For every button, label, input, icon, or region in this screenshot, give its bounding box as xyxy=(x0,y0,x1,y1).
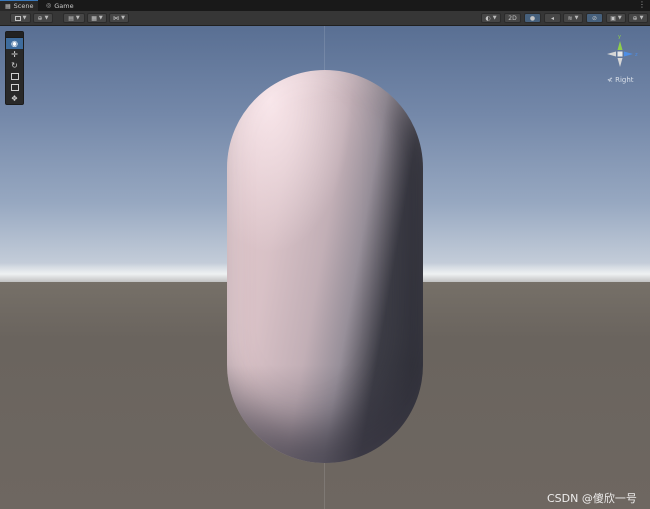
capsule-shadow-overlay xyxy=(227,70,423,463)
speaker-icon: ◂ xyxy=(550,14,554,22)
globe-icon: ⊕ xyxy=(632,14,638,22)
neg-z-axis-cone-icon[interactable] xyxy=(607,51,616,57)
lightbulb-icon: ● xyxy=(529,14,536,22)
gizmo-toggle-dropdown[interactable]: ▤ ▼ xyxy=(63,13,85,23)
watermark-text: CSDN @傻欣一号 xyxy=(547,492,637,505)
gizmo-y-label: y xyxy=(618,34,621,40)
gizmo-z-label: z xyxy=(635,52,638,58)
gamepad-icon: ◎ xyxy=(46,2,52,9)
scene-viewport[interactable] xyxy=(0,26,650,509)
tab-game-label: Game xyxy=(54,1,74,10)
view-orientation-text: Right xyxy=(615,76,634,84)
globe-grid-icon: ⊕ xyxy=(37,14,43,22)
gizmo-center-cube-icon[interactable] xyxy=(617,51,623,57)
grid-icon: ▦ xyxy=(91,14,97,22)
rotate-icon: ↻ xyxy=(11,61,18,70)
view-orientation-label[interactable]: ≮ Right xyxy=(607,76,634,84)
z-axis-cone-icon[interactable] xyxy=(624,51,633,57)
tool-palette: ◉ ✛ ↻ ❖ xyxy=(5,31,24,105)
camera-dropdown[interactable]: ▣ ▼ xyxy=(606,13,626,23)
toggle-2d-button[interactable]: 2D xyxy=(504,13,521,23)
scale-tool[interactable] xyxy=(6,71,23,82)
shading-dropdown[interactable]: ◐ ▼ xyxy=(481,13,501,23)
scale-icon xyxy=(10,73,19,80)
tab-game[interactable]: ◎ Game xyxy=(41,0,91,11)
neg-y-axis-cone-icon[interactable] xyxy=(617,58,623,67)
unity-editor-scene-window: ▦ Scene ◎ Game ⋮ ▼ ⊕ ▼ ▤ ▼ ▦ ▼ ⋈ ▼ ◐ ▼ 2D xyxy=(0,0,650,509)
grid-snap-dropdown[interactable]: ▦ ▼ xyxy=(87,13,107,23)
grid-icon: ▦ xyxy=(5,2,11,10)
sphere-icon: ◐ xyxy=(485,14,491,22)
y-axis-cone-icon[interactable] xyxy=(617,41,623,50)
scene-toolbar: ▼ ⊕ ▼ ▤ ▼ ▦ ▼ ⋈ ▼ ◐ ▼ 2D ● ◂ ≋ ▼ ⊘ ▣ ▼ ⊕… xyxy=(0,11,650,26)
eye-icon: ◉ xyxy=(11,39,18,48)
layers-icon: ▤ xyxy=(68,14,74,22)
render-mode-dropdown[interactable]: ⊕ ▼ xyxy=(33,13,53,23)
transform-tool[interactable]: ❖ xyxy=(6,93,23,104)
snap-icon: ⋈ xyxy=(113,14,120,22)
gizmos-dropdown[interactable]: ⊕ ▼ xyxy=(628,13,648,23)
shaded-mode-icon xyxy=(14,15,21,21)
move-tool[interactable]: ✛ xyxy=(6,49,23,60)
increment-snap-dropdown[interactable]: ⋈ ▼ xyxy=(109,13,129,23)
draw-mode-dropdown[interactable]: ▼ xyxy=(10,13,31,23)
transform-icon: ❖ xyxy=(10,94,19,103)
camera-icon: ▣ xyxy=(610,14,616,22)
effects-dropdown[interactable]: ≋ ▼ xyxy=(563,13,583,23)
toggle-2d-label: 2D xyxy=(508,14,517,22)
tab-strip: ▦ Scene ◎ Game ⋮ xyxy=(0,0,650,11)
audio-toggle[interactable]: ◂ xyxy=(544,13,561,23)
lighting-toggle[interactable]: ● xyxy=(524,13,541,23)
rect-tool[interactable] xyxy=(6,82,23,93)
effects-icon: ≋ xyxy=(567,14,573,22)
tab-scene-label: Scene xyxy=(13,2,34,10)
more-options-icon[interactable]: ⋮ xyxy=(638,0,646,11)
view-tool[interactable]: ◉ xyxy=(6,38,23,49)
arrow-left-icon: ≮ xyxy=(607,76,613,84)
rotate-tool[interactable]: ↻ xyxy=(6,60,23,71)
rect-icon xyxy=(10,84,19,91)
eye-slash-icon: ⊘ xyxy=(591,14,598,22)
hidden-objects-toggle[interactable]: ⊘ xyxy=(586,13,603,23)
move-arrows-icon: ✛ xyxy=(11,50,18,59)
tab-scene[interactable]: ▦ Scene xyxy=(0,0,38,11)
